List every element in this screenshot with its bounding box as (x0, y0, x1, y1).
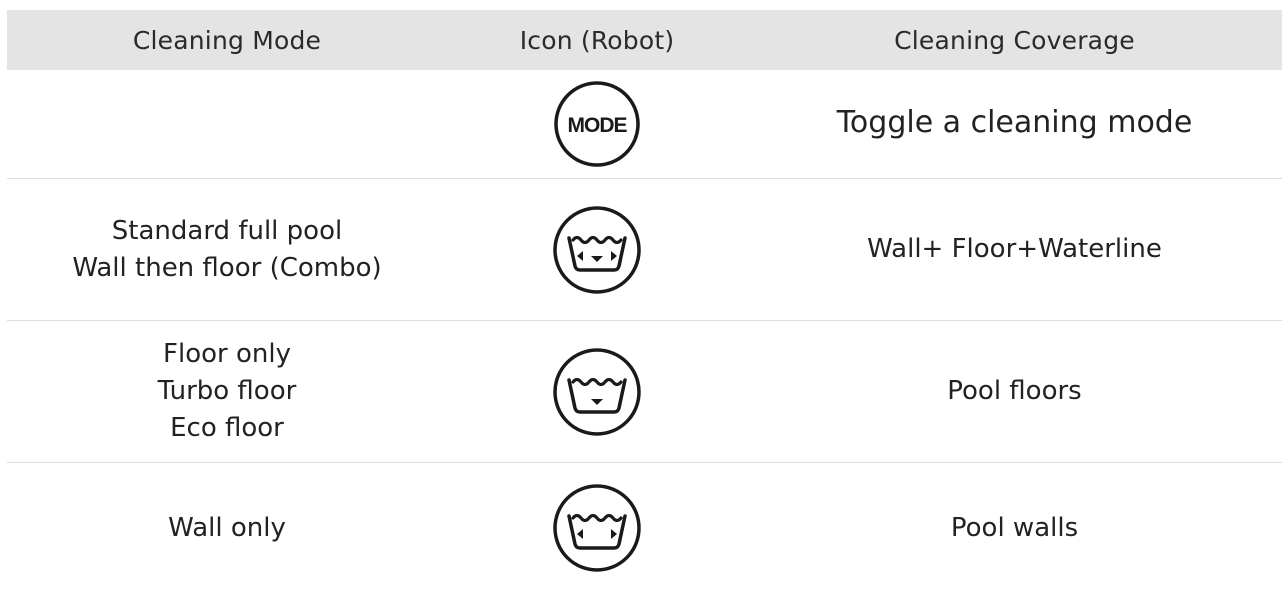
mode-cell (7, 70, 447, 178)
mode-cell: Wall only (7, 463, 447, 593)
coverage-text: Pool walls (950, 512, 1079, 543)
mode-line: Wall only (168, 512, 286, 543)
mode-line: Standard full pool (111, 215, 343, 246)
pool-wall-icon (447, 463, 747, 593)
coverage-text: Wall+ Floor+Waterline (867, 234, 1162, 264)
mode-line: Eco floor (170, 413, 284, 443)
table-row: Wall only Pool walls (7, 463, 1282, 593)
mode-button-icon: MODE (447, 70, 747, 178)
coverage-cell: Pool floors (747, 321, 1282, 462)
table-row: MODE Toggle a cleaning mode (7, 70, 1282, 179)
header-cleaning-coverage: Cleaning Coverage (894, 25, 1135, 55)
table-row: Floor only Turbo floor Eco floor Pool fl… (7, 321, 1282, 463)
coverage-cell: Wall+ Floor+Waterline (747, 179, 1282, 320)
pool-floor-icon (447, 321, 747, 462)
cleaning-modes-table: Cleaning Mode Icon (Robot) Cleaning Cove… (7, 10, 1282, 593)
mode-line: Wall then floor (Combo) (72, 252, 382, 283)
coverage-text: Toggle a cleaning mode (836, 104, 1193, 140)
coverage-cell: Pool walls (747, 463, 1282, 593)
coverage-cell: Toggle a cleaning mode (747, 70, 1282, 178)
mode-cell: Floor only Turbo floor Eco floor (7, 321, 447, 462)
table-header: Cleaning Mode Icon (Robot) Cleaning Cove… (7, 10, 1282, 70)
mode-cell: Standard full pool Wall then floor (Comb… (7, 179, 447, 320)
coverage-text: Pool floors (947, 376, 1082, 406)
header-icon-robot: Icon (Robot) (519, 25, 675, 55)
mode-line: Floor only (163, 339, 291, 369)
mode-line: Turbo floor (157, 376, 297, 406)
pool-wall-floor-waterline-icon (447, 179, 747, 320)
table-row: Standard full pool Wall then floor (Comb… (7, 179, 1282, 321)
mode-icon-label: MODE (568, 114, 628, 137)
header-cleaning-mode: Cleaning Mode (132, 25, 322, 55)
